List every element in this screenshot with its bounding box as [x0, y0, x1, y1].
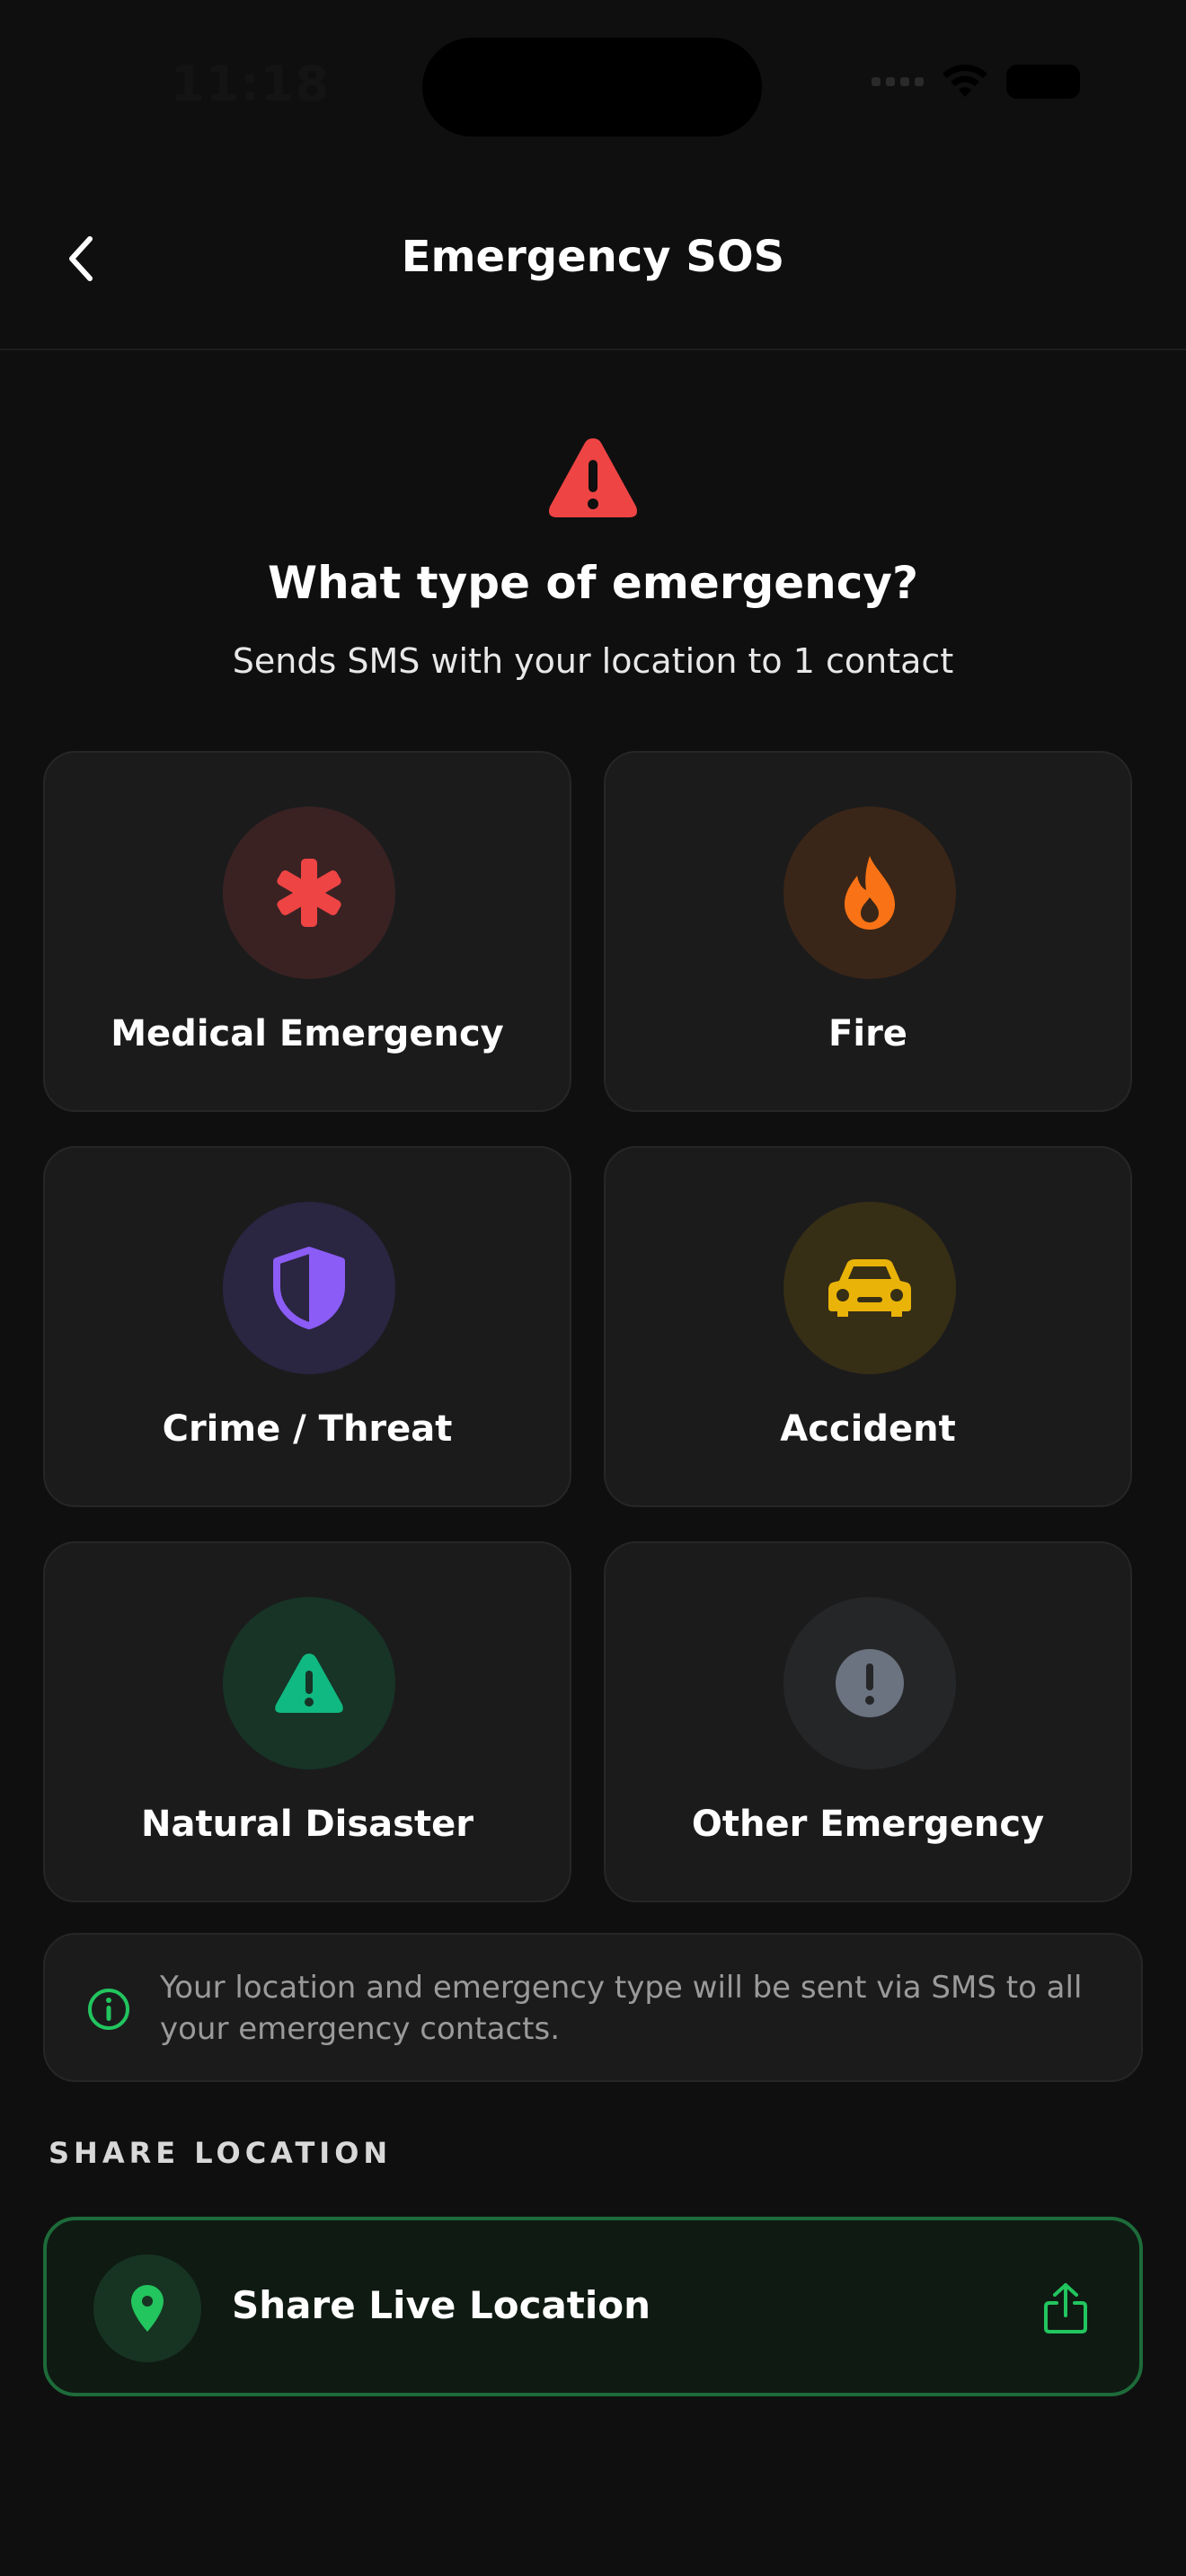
icon-circle [783, 1597, 956, 1769]
share-live-location-button[interactable]: Share Live Location [43, 2217, 1143, 2396]
crime-threat-card[interactable]: Crime / Threat [43, 1146, 571, 1507]
natural-disaster-card[interactable]: Natural Disaster [43, 1541, 571, 1902]
signal-icon [872, 77, 924, 86]
nav-header: Emergency SOS [0, 180, 1186, 350]
icon-circle [783, 1202, 956, 1374]
exclamation-circle-icon [836, 1649, 904, 1717]
card-label: Fire [828, 1013, 907, 1054]
icon-circle [223, 1597, 395, 1769]
card-label: Accident [780, 1408, 956, 1450]
medical-emergency-card[interactable]: Medical Emergency [43, 751, 571, 1112]
card-label: Other Emergency [691, 1804, 1045, 1845]
card-label: Crime / Threat [162, 1408, 453, 1450]
medical-asterisk-icon [277, 859, 341, 927]
accident-card[interactable]: Accident [604, 1146, 1132, 1507]
other-emergency-card[interactable]: Other Emergency [604, 1541, 1132, 1902]
shield-icon [273, 1247, 345, 1329]
location-pin-icon [131, 2285, 164, 2332]
icon-circle [223, 1202, 395, 1374]
warning-triangle-icon [549, 438, 637, 517]
info-notice: Your location and emergency type will be… [43, 1933, 1143, 2082]
pin-circle [93, 2254, 201, 2362]
status-time: 11:18 [171, 56, 330, 112]
dynamic-island [422, 38, 762, 137]
share-live-location-label: Share Live Location [232, 2283, 651, 2327]
emergency-type-grid: Medical Emergency Fire Crime / Threat Ac… [43, 751, 1132, 1902]
car-icon [828, 1259, 911, 1317]
card-label: Natural Disaster [141, 1804, 474, 1845]
info-text: Your location and emergency type will be… [160, 1970, 1083, 2047]
share-icon [1044, 2283, 1087, 2333]
flame-icon [845, 856, 895, 930]
status-icons [872, 63, 1080, 101]
icon-circle [223, 807, 395, 979]
icon-circle [783, 807, 956, 979]
hero-title: What type of emergency? [267, 557, 919, 609]
info-icon [88, 1989, 129, 2030]
wifi-icon [943, 64, 987, 97]
hero-subtitle: Sends SMS with your location to 1 contac… [232, 641, 954, 681]
page-title: Emergency SOS [401, 232, 785, 282]
card-label: Medical Emergency [111, 1013, 504, 1054]
fire-card[interactable]: Fire [604, 751, 1132, 1112]
battery-icon [1006, 65, 1080, 99]
warning-triangle-icon [275, 1654, 343, 1713]
section-label-share-location: SHARE LOCATION [49, 2136, 393, 2170]
